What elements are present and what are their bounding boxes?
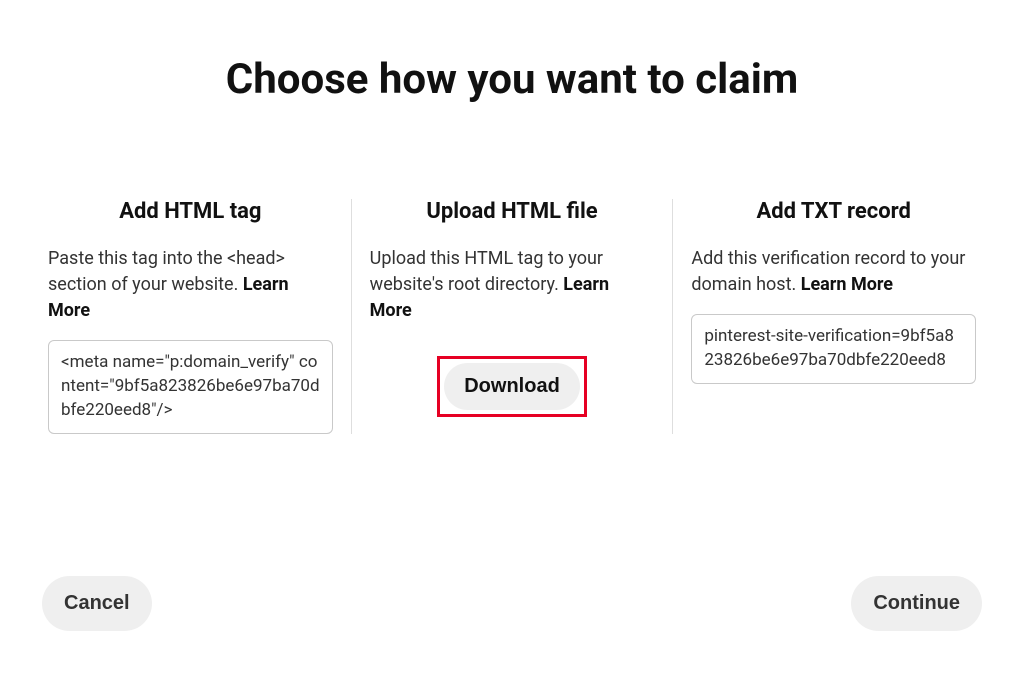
- footer-buttons: Cancel Continue: [0, 576, 1024, 631]
- option-desc-txt: Add this verification record to your dom…: [691, 246, 976, 298]
- option-title-upload: Upload HTML file: [370, 199, 655, 224]
- option-title-txt: Add TXT record: [691, 199, 976, 224]
- page-title: Choose how you want to claim: [0, 55, 1024, 104]
- option-add-txt-record: Add TXT record Add this verification rec…: [673, 199, 994, 434]
- continue-button[interactable]: Continue: [851, 576, 982, 631]
- option-upload-html-file: Upload HTML file Upload this HTML tag to…: [351, 199, 674, 434]
- txt-record-code-box[interactable]: pinterest-site-verification=9bf5a823826b…: [691, 314, 976, 384]
- learn-more-link-txt[interactable]: Learn More: [801, 274, 893, 295]
- download-button[interactable]: Download: [444, 363, 580, 410]
- option-desc-html-tag: Paste this tag into the <head> section o…: [48, 246, 333, 324]
- option-add-html-tag: Add HTML tag Paste this tag into the <he…: [30, 199, 351, 434]
- option-desc-upload: Upload this HTML tag to your website's r…: [370, 246, 655, 324]
- options-container: Add HTML tag Paste this tag into the <he…: [0, 199, 1024, 434]
- download-wrap: Download: [370, 356, 655, 417]
- download-highlight: Download: [437, 356, 587, 417]
- html-tag-code-box[interactable]: <meta name="p:domain_verify" content="9b…: [48, 340, 333, 433]
- cancel-button[interactable]: Cancel: [42, 576, 152, 631]
- option-title-html-tag: Add HTML tag: [48, 199, 333, 224]
